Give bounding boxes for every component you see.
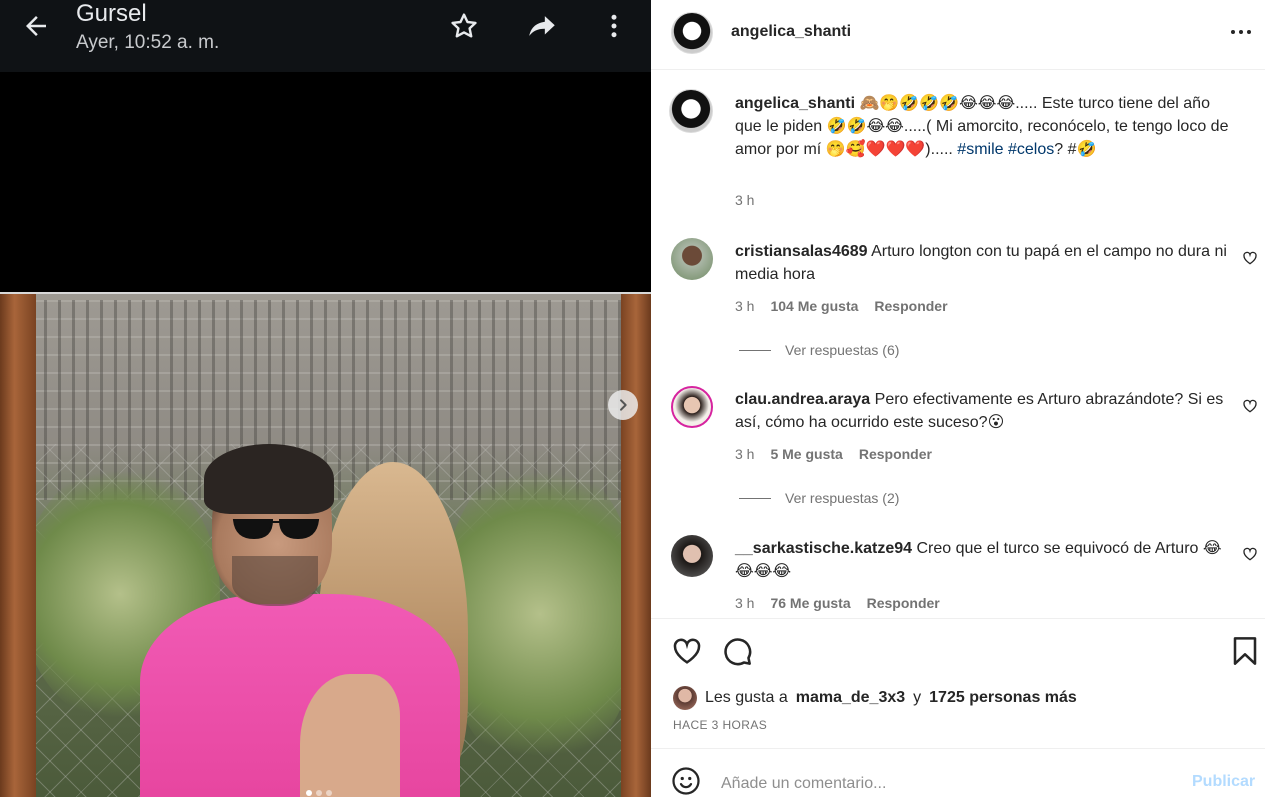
comment-meta: 3 h 104 Me gusta Responder [735,298,948,314]
avatar[interactable] [673,686,697,710]
post-header: angelica_shanti [651,0,1265,70]
comment-likes[interactable]: 104 Me gusta [770,298,858,314]
avatar[interactable] [671,535,713,577]
comment-likes[interactable]: 5 Me gusta [770,446,842,462]
chevron-right-icon [620,399,627,411]
comment: __sarkastische.katze94 Creo que el turco… [735,537,1235,583]
comment-meta: 3 h 76 Me gusta Responder [735,595,940,611]
view-replies-label: Ver respuestas (6) [785,342,900,358]
avatar[interactable] [671,386,713,428]
post-username[interactable]: angelica_shanti [731,23,851,41]
heart-icon[interactable] [1242,250,1258,266]
heart-icon[interactable] [1242,398,1258,414]
bookmark-icon[interactable] [1229,635,1261,667]
comment-username[interactable]: __sarkastische.katze94 [735,540,912,557]
likes-connector: y [913,689,922,706]
post-time: HACE 3 HORAS [673,718,768,732]
caption-meta: 3 h [735,192,754,208]
likes-count[interactable]: 1725 personas más [929,689,1077,707]
emoji-icon[interactable] [671,766,701,796]
arrow-back-icon [26,16,46,36]
view-replies-button[interactable]: Ver respuestas (2) [739,490,899,506]
caption-time: 3 h [735,192,755,208]
chat-timestamp: Ayer, 10:52 a. m. [76,32,220,53]
avatar[interactable] [671,12,713,54]
carousel-dot [316,790,322,796]
hashtag-link[interactable]: #smile [957,141,1003,158]
likes-prefix: Les gusta a [705,689,788,706]
likes-user[interactable]: mama_de_3x3 [796,689,905,707]
more-options-button[interactable] [594,6,634,46]
avatar[interactable] [671,238,713,280]
share-button[interactable] [522,6,562,46]
chat-title: Gursel [76,0,147,27]
next-image-button[interactable] [608,390,638,420]
heart-icon[interactable] [671,635,703,667]
view-replies-button[interactable]: Ver respuestas (6) [739,342,899,358]
comment-time: 3 h [735,298,755,314]
back-button[interactable] [18,8,54,44]
comment-likes[interactable]: 76 Me gusta [770,595,850,611]
comment-username[interactable]: cristiansalas4689 [735,243,868,260]
star-icon [451,13,477,38]
star-button[interactable] [444,6,484,46]
chat-top-bar: Gursel Ayer, 10:52 a. m. [0,0,651,72]
media-viewer: Gursel Ayer, 10:52 a. m. [0,0,651,797]
comment-composer: Publicar [651,748,1265,797]
view-replies-label: Ver respuestas (2) [785,490,900,506]
carousel-dot [326,790,332,796]
comment-time: 3 h [735,595,755,611]
post-panel: angelica_shanti angelica_shanti 🙈🤭🤣🤣🤣😂😂😂… [651,0,1265,797]
reply-button[interactable]: Responder [874,298,947,314]
comments-list: angelica_shanti 🙈🤭🤣🤣🤣😂😂😂..... Este turco… [651,70,1265,618]
more-vertical-icon [611,14,617,38]
hashtag-link[interactable]: #celos [1008,141,1054,158]
avatar[interactable] [669,89,713,133]
more-horizontal-icon [1231,30,1251,34]
comment-meta: 3 h 5 Me gusta Responder [735,446,932,462]
comment: cristiansalas4689 Arturo longton con tu … [735,240,1235,286]
post-photo [0,292,651,797]
carousel-dot [306,790,312,796]
comment-username[interactable]: clau.andrea.araya [735,391,870,408]
carousel-dots [306,790,332,796]
publish-button[interactable]: Publicar [1192,773,1255,791]
post-caption: angelica_shanti 🙈🤭🤣🤣🤣😂😂😂..... Este turco… [735,92,1235,161]
caption-username[interactable]: angelica_shanti [735,95,855,112]
post-options-button[interactable] [1225,20,1257,44]
comment-time: 3 h [735,446,755,462]
reply-button[interactable]: Responder [867,595,940,611]
caption-text-end: ? #🤣 [1054,141,1097,158]
heart-icon[interactable] [1242,546,1258,562]
share-icon [529,16,555,36]
comment-input[interactable] [721,772,1171,796]
reply-button[interactable]: Responder [859,446,932,462]
comment-icon[interactable] [721,635,753,667]
likes-summary: Les gusta a mama_de_3x3 y 1725 personas … [673,686,1077,710]
comment: clau.andrea.araya Pero efectivamente es … [735,388,1235,434]
